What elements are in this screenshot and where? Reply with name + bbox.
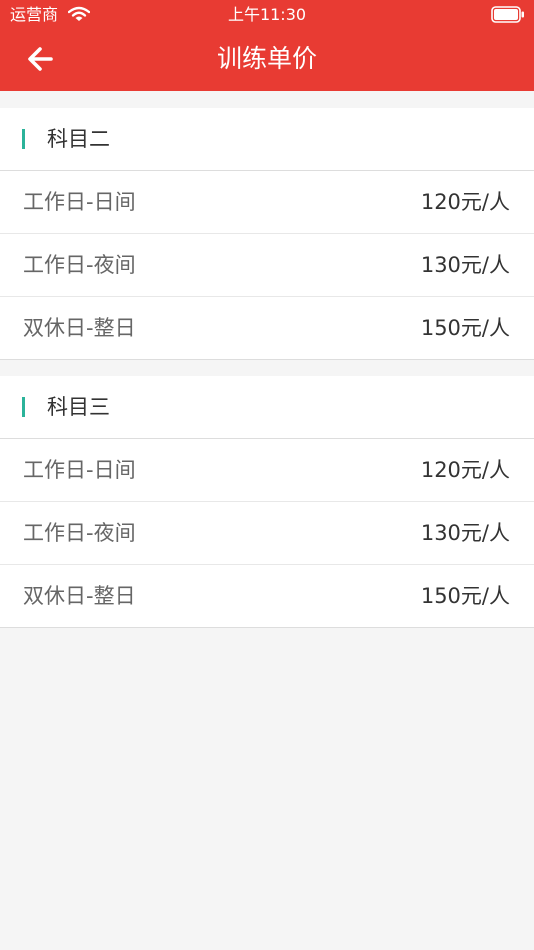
status-bar: 运营商 上午11:30 <box>0 0 534 30</box>
price-row-value: 130元/人 <box>420 253 510 277</box>
price-row[interactable]: 工作日-日间 120元/人 <box>0 439 534 502</box>
header: 运营商 上午11:30 训练单价 <box>0 0 534 91</box>
price-row-value: 150元/人 <box>420 316 510 340</box>
status-time: 上午11:30 <box>227 5 307 24</box>
price-row-label: 工作日-夜间 <box>23 253 136 277</box>
price-row[interactable]: 双休日-整日 150元/人 <box>0 565 534 627</box>
price-row-value: 150元/人 <box>420 584 510 608</box>
price-section-1: 科目二 工作日-日间 120元/人 工作日-夜间 130元/人 双休日-整日 1… <box>0 108 534 360</box>
price-row-label: 工作日-日间 <box>23 190 136 214</box>
price-row[interactable]: 工作日-夜间 130元/人 <box>0 234 534 297</box>
battery-icon <box>491 6 524 23</box>
price-row[interactable]: 工作日-日间 120元/人 <box>0 171 534 234</box>
section-header: 科目三 <box>0 376 534 439</box>
price-section-2: 科目三 工作日-日间 120元/人 工作日-夜间 130元/人 双休日-整日 1… <box>0 376 534 628</box>
price-row-label: 工作日-日间 <box>23 458 136 482</box>
section-title: 科目二 <box>47 127 110 151</box>
price-row-value: 120元/人 <box>420 190 510 214</box>
price-row-label: 工作日-夜间 <box>23 521 136 545</box>
price-row-label: 双休日-整日 <box>23 316 136 340</box>
price-row[interactable]: 双休日-整日 150元/人 <box>0 297 534 359</box>
price-row-value: 120元/人 <box>420 458 510 482</box>
page-title: 训练单价 <box>216 44 317 73</box>
price-row-label: 双休日-整日 <box>23 584 136 608</box>
accent-bar <box>22 397 25 417</box>
price-row-value: 130元/人 <box>420 521 510 545</box>
section-title: 科目三 <box>47 395 110 419</box>
section-header: 科目二 <box>0 108 534 171</box>
accent-bar <box>22 129 25 149</box>
price-row[interactable]: 工作日-夜间 130元/人 <box>0 502 534 565</box>
